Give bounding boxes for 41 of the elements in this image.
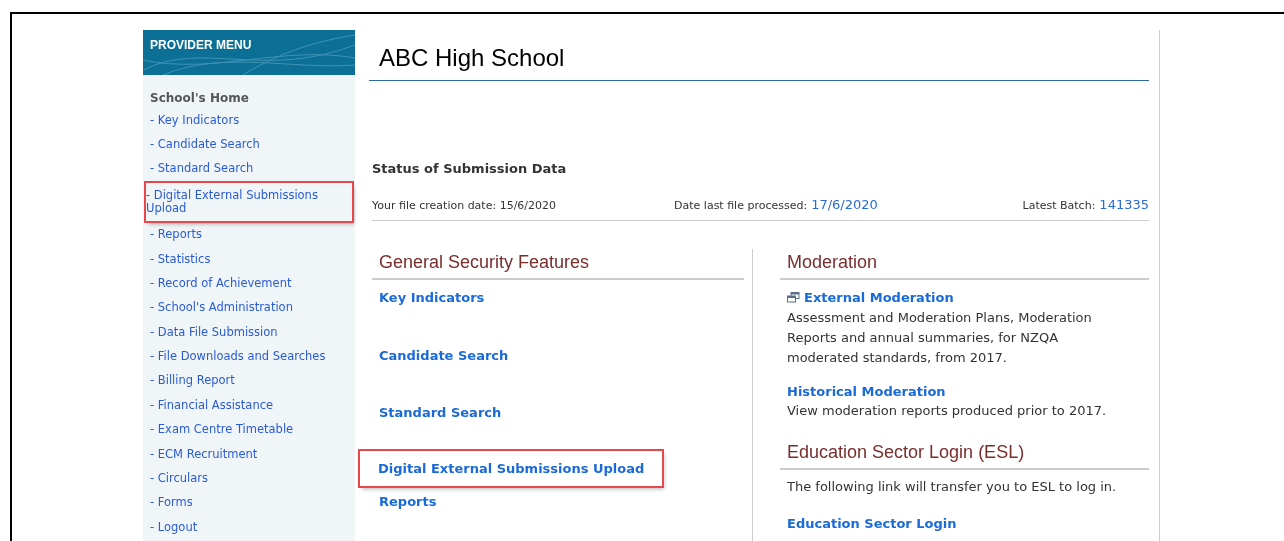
moderation-link[interactable]: External Moderation [804, 288, 954, 308]
menu-link[interactable]: - Data File Submission [150, 320, 348, 345]
moderation-description: View moderation reports produced prior to 2017. [787, 402, 1108, 420]
menu-link[interactable]: - Digital External Submissions Upload [146, 183, 352, 221]
esl-description: The following link will transfer you to ESL to log in. [786, 478, 1118, 496]
menu-link[interactable]: - Key Indicators [150, 108, 348, 133]
windows-icon [787, 292, 800, 304]
moderation-link[interactable]: Historical Moderation [787, 381, 946, 401]
menu-link[interactable]: - Exam Centre Timetable [150, 417, 348, 442]
menu-link[interactable]: - Record of Achievement [150, 271, 348, 296]
feature-link[interactable]: Digital External Submissions Upload [360, 450, 663, 486]
menu-link[interactable]: - Financial Assistance [150, 393, 348, 418]
feature-link[interactable]: Key Indicators [372, 288, 492, 308]
menu-link[interactable]: - School's Administration [150, 295, 348, 320]
batch-label: Latest Batch: [1022, 197, 1096, 214]
feature-link[interactable]: Standard Search [372, 403, 509, 423]
creation-date: Your file creation date: 15/6/2020 [372, 197, 557, 214]
menu-link[interactable]: - Standard Search [150, 156, 348, 182]
menu-link[interactable]: - File Downloads and Searches [150, 344, 348, 369]
menu-link[interactable]: - Statistics [150, 246, 348, 272]
menu-link[interactable]: - Forms [150, 490, 348, 515]
esl-link[interactable]: Education Sector Login [780, 513, 1149, 533]
section-title: General Security Features [372, 249, 744, 280]
menu-link[interactable]: - Logout [150, 515, 348, 540]
batch-number: 141335 [1099, 195, 1149, 214]
menu-heading: School's Home [150, 90, 250, 107]
menu-link[interactable]: - Candidate Search [150, 132, 348, 157]
section-title: Moderation [780, 249, 1149, 280]
menu-link[interactable]: - ECM Recruitment [150, 441, 348, 467]
status-title: Status of Submission Data [372, 160, 568, 178]
page-title: ABC High School [378, 43, 566, 73]
menu-link[interactable]: - Billing Report [150, 368, 348, 394]
processed-label: Date last file processed: [674, 197, 808, 214]
processed-date: 17/6/2020 [811, 195, 878, 214]
menu-link[interactable]: - Reports [150, 222, 348, 247]
moderation-description: Assessment and Moderation Plans, Moderation Reports and annual summaries, for NZQA moderated standards, from 2017. [787, 308, 1093, 367]
feature-link[interactable]: Reports [372, 492, 444, 512]
menu-link[interactable]: - Circulars [150, 466, 348, 491]
menu-title: PROVIDER MENU [150, 37, 252, 54]
feature-link[interactable]: Candidate Search [372, 345, 516, 365]
section-title: Education Sector Login (ESL) [780, 439, 1149, 470]
